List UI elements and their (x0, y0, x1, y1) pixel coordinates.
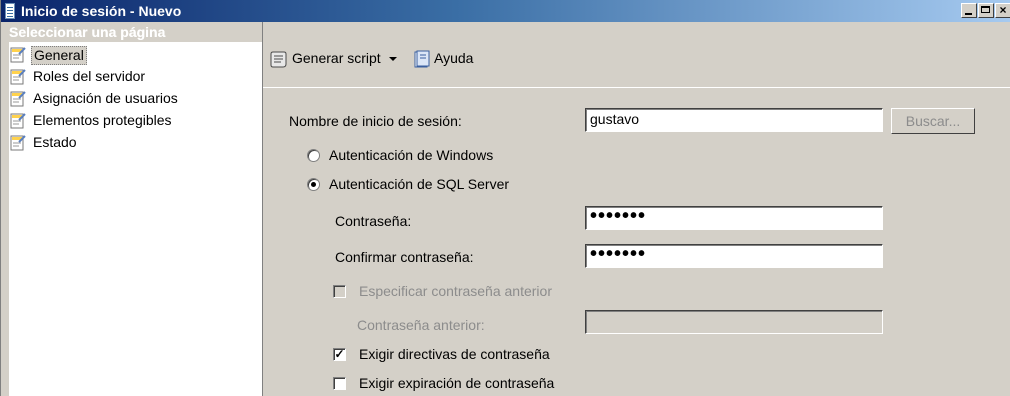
old-password-label: Contraseña anterior: (357, 317, 485, 333)
sidebar-item-label: Elementos protegibles (33, 112, 172, 128)
close-button[interactable]: × (995, 3, 1010, 18)
login-name-label: Nombre de inicio de sesión: (289, 113, 462, 129)
search-button[interactable]: Buscar... (891, 108, 975, 134)
windows-auth-radio[interactable] (307, 149, 320, 162)
page-selector-title: Seleccionar una página (9, 24, 166, 40)
help-book-icon (414, 50, 430, 68)
sidebar-item-server-roles[interactable]: Roles del servidor (9, 66, 259, 88)
window-title: Inicio de sesión - Nuevo (21, 3, 182, 19)
password-label: Contraseña: (335, 213, 412, 229)
page-selector-header: Seleccionar una página (9, 22, 262, 42)
sidebar-item-status[interactable]: Estado (9, 132, 259, 154)
enforce-policy-checkbox[interactable]: ✓ (333, 348, 346, 361)
sql-auth-radio[interactable] (307, 178, 320, 191)
sidebar-item-label: Asignación de usuarios (33, 90, 178, 106)
password-field[interactable]: ••••••• (585, 206, 883, 230)
sql-auth-label[interactable]: Autenticación de SQL Server (329, 175, 509, 193)
enforce-policy-label[interactable]: Exigir directivas de contraseña (359, 345, 550, 363)
page-wrench-icon (10, 91, 26, 107)
page-wrench-icon (10, 47, 26, 63)
general-page-panel: Generar script Ayuda Nombre de inicio de… (263, 22, 1010, 396)
help-button[interactable]: Ayuda (413, 47, 473, 69)
windows-auth-label[interactable]: Autenticación de Windows (329, 146, 493, 164)
enforce-expiration-checkbox[interactable] (333, 377, 346, 390)
sidebar-item-user-mapping[interactable]: Asignación de usuarios (9, 88, 259, 110)
minimize-button[interactable] (961, 3, 977, 18)
confirm-password-label: Confirmar contraseña: (335, 249, 474, 265)
generate-script-label: Generar script (292, 50, 381, 66)
page-wrench-icon (10, 135, 26, 151)
enforce-expiration-label[interactable]: Exigir expiración de contraseña (359, 374, 554, 392)
login-name-input[interactable]: gustavo (585, 108, 883, 132)
maximize-button[interactable] (978, 3, 994, 18)
sidebar-item-label: General (31, 46, 87, 65)
title-bar[interactable]: Inicio de sesión - Nuevo × (1, 0, 1010, 22)
confirm-password-field[interactable]: ••••••• (585, 244, 883, 268)
chevron-down-icon[interactable] (388, 57, 397, 62)
login-dialog-window: Inicio de sesión - Nuevo × Seleccionar u… (0, 0, 1010, 396)
page-selector-pane: Seleccionar una página General Roles del… (9, 22, 263, 396)
sidebar-item-label: Estado (33, 134, 77, 150)
toolbar: Generar script Ayuda (263, 22, 1010, 88)
old-password-field[interactable] (585, 310, 883, 334)
page-wrench-icon (10, 69, 26, 85)
script-icon (270, 51, 287, 68)
sidebar-item-label: Roles del servidor (33, 68, 146, 84)
help-label: Ayuda (434, 50, 474, 66)
generate-script-button[interactable]: Generar script (269, 47, 397, 69)
specify-old-password-checkbox[interactable] (333, 285, 346, 298)
document-icon (5, 3, 15, 19)
page-wrench-icon (10, 113, 26, 129)
sidebar-item-securables[interactable]: Elementos protegibles (9, 110, 259, 132)
specify-old-password-label: Especificar contraseña anterior (359, 283, 552, 299)
sidebar-item-general[interactable]: General (9, 44, 259, 66)
